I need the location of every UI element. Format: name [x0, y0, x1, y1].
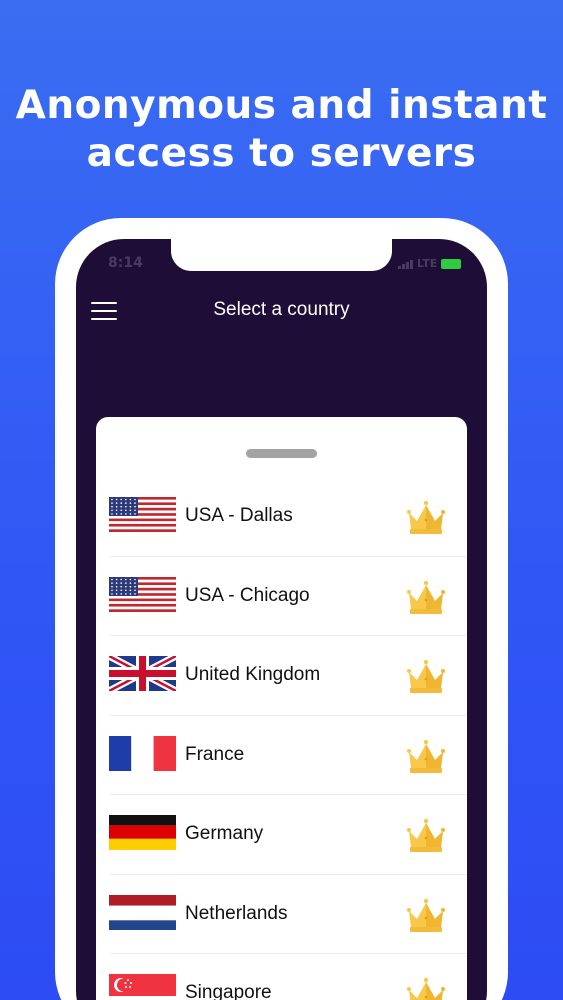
battery-icon: [441, 258, 462, 269]
country-name: Singapore: [185, 982, 272, 1000]
flag-uk-icon: [109, 656, 176, 691]
phone-notch: [171, 239, 392, 271]
hamburger-menu-icon[interactable]: [91, 302, 117, 320]
flag-de-icon: [109, 815, 176, 850]
crown-icon: [405, 579, 447, 615]
headline-line-1: Anonymous and instant: [15, 83, 548, 128]
country-name: USA - Dallas: [185, 505, 293, 526]
flag-sg-icon: [109, 974, 176, 1000]
crown-icon: [405, 817, 447, 853]
flag-fr-icon: [109, 735, 176, 771]
country-name: Netherlands: [185, 902, 288, 924]
country-list: USA - Dallas USA - Chicago United Kingdom F…: [96, 477, 467, 1000]
crown-icon: [405, 658, 447, 694]
network-label: LTE: [417, 257, 438, 270]
crown-icon: [405, 897, 447, 933]
headline-line-2: access to servers: [86, 131, 477, 176]
headline: Anonymous and instant access to servers: [0, 82, 563, 178]
country-name: France: [185, 743, 245, 765]
signal-icon: [398, 259, 413, 269]
flag-us-icon: [109, 576, 176, 612]
crown-icon: [405, 499, 447, 535]
country-name: Germany: [185, 823, 264, 844]
country-row[interactable]: USA - Chicago: [96, 557, 467, 636]
flag-nl-icon: [109, 894, 176, 930]
country-row[interactable]: Singapore: [96, 954, 467, 1000]
flag-us-icon: [109, 497, 176, 532]
country-row[interactable]: France: [96, 716, 467, 795]
country-sheet: USA - Dallas USA - Chicago United Kingdom F…: [96, 417, 467, 1000]
status-icons: LTE: [398, 257, 462, 270]
country-name: United Kingdom: [185, 664, 321, 685]
page-title: Select a country: [213, 299, 350, 320]
crown-icon: [405, 976, 447, 1000]
country-row[interactable]: Netherlands: [96, 875, 467, 954]
country-row[interactable]: USA - Dallas: [96, 477, 467, 557]
country-name: USA - Chicago: [185, 584, 310, 606]
crown-icon: [405, 738, 447, 774]
sheet-drag-handle[interactable]: [246, 449, 317, 458]
status-time: 8:14: [108, 255, 143, 271]
country-row[interactable]: United Kingdom: [96, 636, 467, 716]
country-row[interactable]: Germany: [96, 795, 467, 875]
